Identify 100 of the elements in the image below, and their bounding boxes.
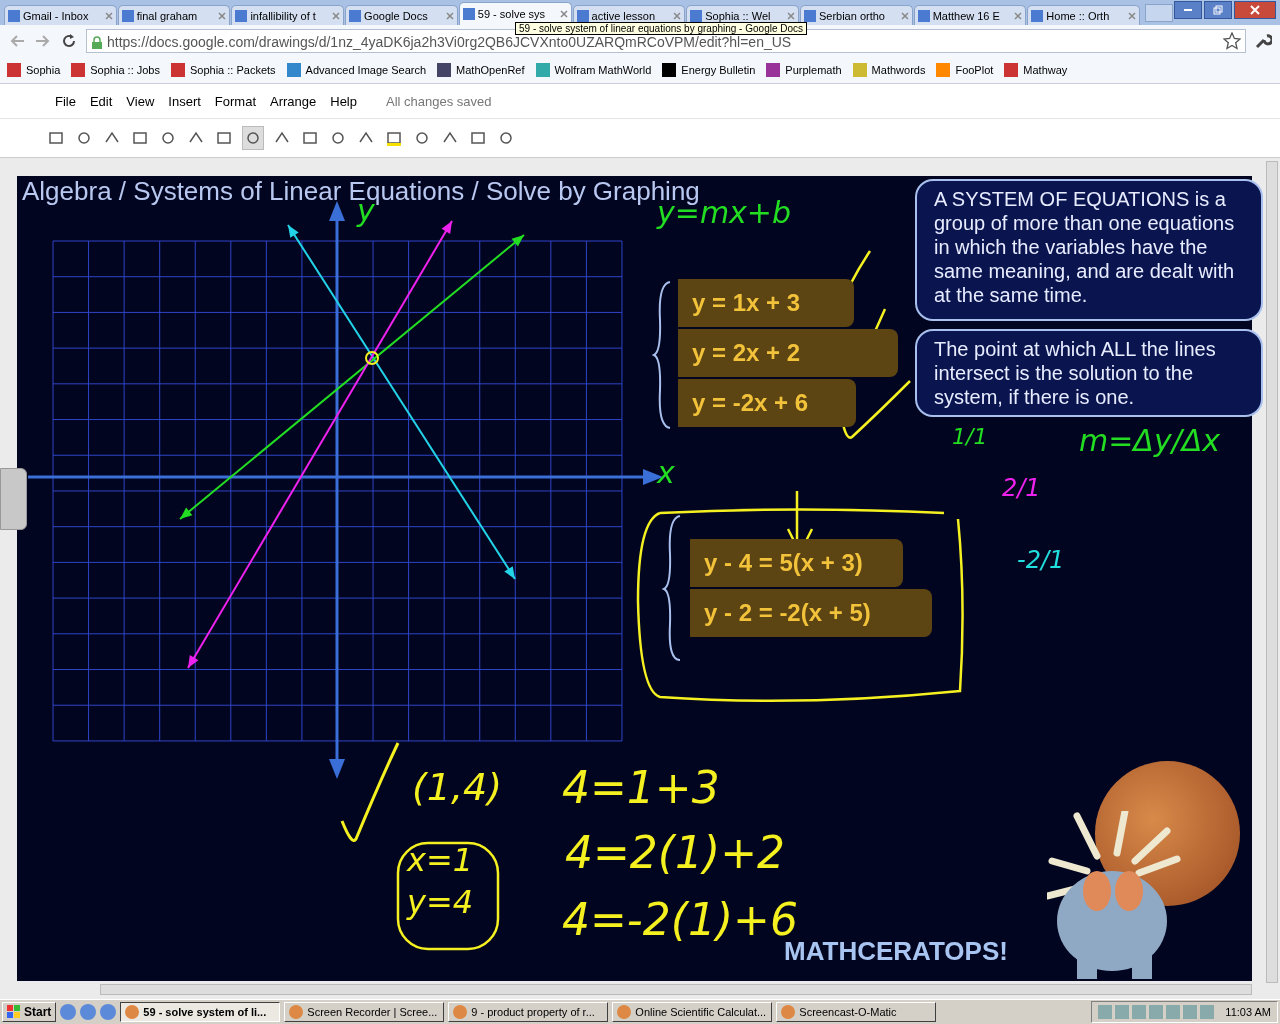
handwritten-note: x: [657, 458, 675, 488]
handwritten-note: 4=2(1)+2: [565, 831, 786, 875]
bookmark-link[interactable]: MathOpenRef: [437, 63, 525, 77]
save-status: All changes saved: [386, 93, 492, 109]
tray-icon[interactable]: [1132, 1005, 1147, 1019]
horizontal-scrollbar[interactable]: [100, 984, 1252, 995]
close-icon[interactable]: [900, 11, 909, 20]
browser-tab[interactable]: Sophia :: Wel: [686, 5, 799, 25]
menu-item[interactable]: Arrange: [263, 93, 324, 109]
handwritten-note: 2/1: [1002, 476, 1041, 500]
close-icon[interactable]: [1128, 11, 1137, 20]
tray-icon[interactable]: [1166, 1005, 1181, 1019]
tray-icon[interactable]: [1183, 1005, 1198, 1019]
equation-label: y = -2x + 6: [678, 379, 856, 427]
equation-label: y = 2x + 2: [678, 329, 898, 377]
close-icon[interactable]: [332, 11, 341, 20]
forward-icon[interactable]: [34, 33, 52, 49]
handwritten-note: (1,4): [412, 768, 503, 806]
handwritten-note: -2/1: [1017, 548, 1065, 572]
favicon-icon: [917, 9, 930, 22]
menu-item[interactable]: Format: [207, 93, 263, 109]
bookmark-link[interactable]: Mathway: [1004, 63, 1068, 77]
bookmark-link[interactable]: FooPlot: [936, 63, 994, 77]
definition-box: The point at which ALL the lines intersect is the solution to the system, if there is one.: [915, 329, 1263, 417]
close-icon[interactable]: [673, 11, 682, 20]
back-icon[interactable]: [8, 33, 26, 49]
browser-tab[interactable]: Google Docs: [345, 5, 458, 25]
bookmark-link[interactable]: Sophia :: Packets: [171, 63, 276, 77]
favicon-icon: [349, 9, 362, 22]
brace-icon: [652, 280, 672, 430]
menu-item[interactable]: Edit: [82, 93, 120, 109]
tray-icon[interactable]: [1200, 1005, 1215, 1019]
definition-box: A SYSTEM OF EQUATIONS is a group of more than one equations in which the variables have the same meaning, and are dealt with at the same time.: [915, 179, 1263, 321]
handwritten-note: 1/1: [952, 426, 988, 448]
handwritten-note: x=1: [407, 844, 474, 876]
tray-icon[interactable]: [1098, 1005, 1113, 1019]
side-panel-handle[interactable]: [0, 468, 27, 530]
close-icon[interactable]: [1014, 11, 1023, 20]
restore-icon: [1213, 5, 1223, 15]
browser-tab[interactable]: Matthew 16 E: [913, 5, 1027, 25]
close-icon[interactable]: [559, 10, 568, 18]
taskbar-button[interactable]: Online Scientific Calculat...: [612, 1002, 773, 1022]
tray-icon[interactable]: [1149, 1005, 1164, 1019]
browser-tab[interactable]: final graham: [117, 5, 231, 25]
tooltip: 59 - solve system of linear equations by graphing - Google Docs: [515, 22, 808, 35]
favicon-icon: [235, 9, 248, 22]
bookmark-link[interactable]: Sophia: [7, 63, 61, 77]
favicon-icon: [576, 9, 589, 22]
close-icon[interactable]: [786, 11, 795, 20]
clock: 11:03 AM: [1225, 1006, 1271, 1018]
browser-tab[interactable]: Gmail - Inbox: [4, 5, 117, 25]
taskbar-button[interactable]: Screen Recorder | Scree...: [284, 1002, 445, 1022]
bookmark-star-icon[interactable]: [1223, 32, 1241, 50]
equation-label: y - 4 = 5(x + 3): [690, 539, 903, 587]
close-button[interactable]: [1234, 1, 1276, 19]
menu-item[interactable]: Insert: [161, 93, 208, 109]
favicon-icon: [803, 9, 816, 22]
brace-icon: [662, 514, 682, 662]
equation-label: y = 1x + 3: [678, 279, 854, 327]
lock-icon: [91, 36, 103, 50]
close-icon[interactable]: [445, 11, 454, 20]
menu-item[interactable]: View: [119, 93, 162, 109]
favicon-icon: [8, 9, 20, 22]
close-icon[interactable]: [218, 11, 227, 20]
browser-tab[interactable]: infallibility of t: [231, 5, 345, 25]
bookmark-link[interactable]: Mathwords: [852, 63, 926, 77]
browser-tab[interactable]: 59 - solve sys: [458, 2, 572, 25]
bookmark-link[interactable]: Sophia :: Jobs: [71, 63, 160, 77]
browser-tab[interactable]: active lesson: [572, 5, 686, 25]
favicon-icon: [1031, 9, 1044, 22]
tray-icon[interactable]: [1115, 1005, 1130, 1019]
browser-tab[interactable]: Home :: Orth: [1027, 5, 1141, 25]
favicon-icon: [121, 9, 134, 22]
handwritten-note: y=4: [407, 886, 474, 918]
bookmark-link[interactable]: Wolfram MathWorld: [535, 63, 652, 77]
taskbar-button[interactable]: 9 - product property of r...: [448, 1002, 609, 1022]
reload-icon[interactable]: [60, 32, 78, 50]
check-mark: [840, 380, 911, 439]
wrench-icon[interactable]: [1254, 32, 1272, 50]
start-button[interactable]: Start: [2, 1002, 57, 1022]
menu-item[interactable]: File: [48, 93, 83, 109]
taskbar-button[interactable]: 59 - solve system of li...: [120, 1002, 281, 1022]
bookmark-link[interactable]: Advanced Image Search: [286, 63, 427, 77]
vertical-scrollbar[interactable]: [1266, 161, 1278, 983]
handwritten-note: 4=1+3: [562, 766, 720, 810]
menu-item[interactable]: Help: [323, 93, 364, 109]
equation-label: y - 2 = -2(x + 5): [690, 589, 932, 637]
restore-button[interactable]: [1204, 1, 1232, 19]
browser-tab[interactable]: Serbian ortho: [799, 5, 913, 25]
windows-logo-icon: [7, 1005, 21, 1019]
close-icon[interactable]: [104, 11, 113, 20]
favicon-icon: [690, 9, 703, 22]
minimize-button[interactable]: [1174, 1, 1202, 19]
close-icon: [1250, 5, 1260, 15]
favicon-icon: [462, 8, 475, 20]
intersection-circle: [365, 351, 379, 365]
bookmark-link[interactable]: Purplemath: [766, 63, 842, 77]
bookmark-link[interactable]: Energy Bulletin: [662, 63, 756, 77]
taskbar-button[interactable]: Screencast-O-Matic: [776, 1002, 937, 1022]
minimize-icon: [1184, 9, 1192, 11]
